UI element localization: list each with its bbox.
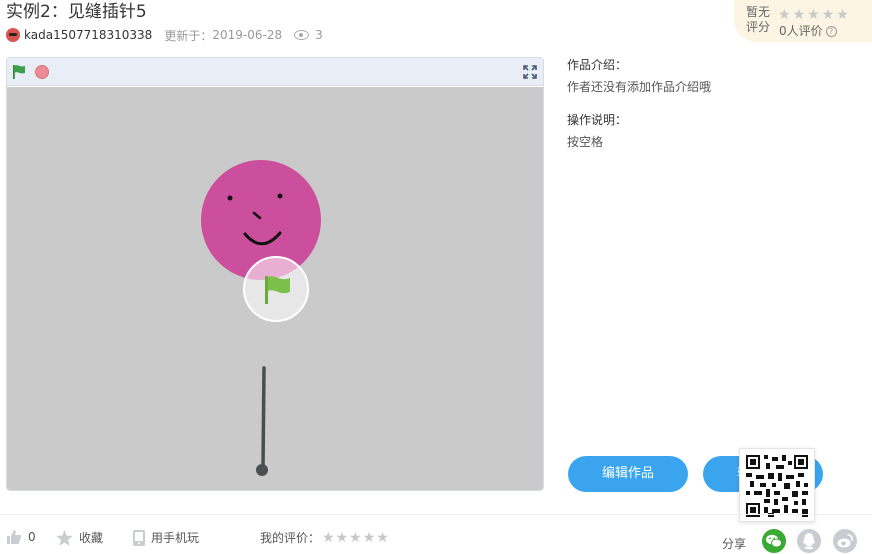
help-icon[interactable]: ? (825, 26, 837, 37)
star-icon: ★ (807, 7, 820, 23)
edit-project-button[interactable]: 编辑作品 (568, 456, 688, 492)
star-icon: ★ (792, 7, 806, 23)
share-label: 分享 (722, 537, 747, 551)
updated-label: 更新于： (164, 28, 213, 43)
mobile-label: 用手机玩 (151, 531, 200, 545)
pin-stick (261, 366, 266, 470)
qr-code (746, 455, 808, 517)
like-button[interactable]: 0 (6, 529, 36, 545)
ball-eye-left (227, 195, 233, 201)
qq-icon[interactable] (797, 529, 821, 553)
flag-icon[interactable] (11, 64, 27, 80)
rating-stars: ★ ★ ★ ★ ★ (778, 8, 849, 22)
my-rating: 我的评价： ★ ★ ★ ★ ★ (260, 529, 389, 546)
rating-count: 0人评价? (779, 22, 837, 39)
star-icon: ★ (821, 7, 835, 23)
rating-count-label: 0人评价 (779, 24, 823, 38)
rating-card: 暂无评分 ★ ★ ★ ★ ★ 0人评价? (734, 0, 872, 42)
author-link[interactable]: kada1507718310338 (24, 28, 152, 42)
thumb-up-icon (7, 530, 22, 544)
bottom-bar: 0 收藏 用手机玩 我的评价： ★ ★ ★ ★ ★ 分享 (0, 514, 872, 554)
stop-icon[interactable] (35, 65, 49, 79)
play-overlay-button[interactable] (243, 256, 309, 322)
wechat-icon[interactable] (762, 529, 786, 553)
weibo-icon[interactable] (833, 529, 857, 553)
user-avatar-icon[interactable] (6, 28, 20, 42)
stage-toolbar (7, 58, 543, 86)
rating-none-label: 暂无评分 (746, 5, 771, 34)
play-flag-icon (265, 276, 290, 304)
my-rating-star-3[interactable]: ★ (349, 531, 362, 545)
my-rating-star-1[interactable]: ★ (322, 531, 335, 545)
updated-date: 2019-06-28 (212, 28, 283, 42)
phone-icon (133, 529, 145, 546)
project-title: 实例2：见缝插针5 (6, 2, 147, 22)
howto-label: 操作说明： (567, 113, 628, 127)
star-icon: ★ (836, 7, 849, 23)
favorite-label: 收藏 (79, 531, 104, 545)
pin-head (256, 464, 268, 476)
project-stage (6, 57, 544, 491)
my-rating-star-4[interactable]: ★ (363, 531, 376, 545)
my-rating-star-5[interactable]: ★ (376, 531, 389, 545)
qr-code-popup (739, 448, 815, 522)
project-meta: kada1507718310338 更新于： 2019-06-28 3 (6, 26, 323, 44)
star-icon: ★ (778, 7, 791, 23)
view-count: 3 (315, 28, 323, 42)
ball-eye-right (277, 193, 283, 199)
my-rating-label: 我的评价： (260, 531, 321, 545)
star-icon (56, 529, 73, 546)
favorite-button[interactable]: 收藏 (56, 529, 103, 546)
eye-icon (294, 30, 310, 40)
my-rating-star-2[interactable]: ★ (336, 531, 349, 545)
play-on-mobile-button[interactable]: 用手机玩 (133, 529, 199, 546)
intro-text: 作者还没有添加作品介绍哦 (567, 80, 712, 94)
like-count: 0 (28, 530, 36, 544)
intro-label: 作品介绍： (567, 58, 628, 72)
howto-text: 按空格 (567, 135, 604, 149)
fullscreen-icon[interactable] (523, 65, 537, 79)
